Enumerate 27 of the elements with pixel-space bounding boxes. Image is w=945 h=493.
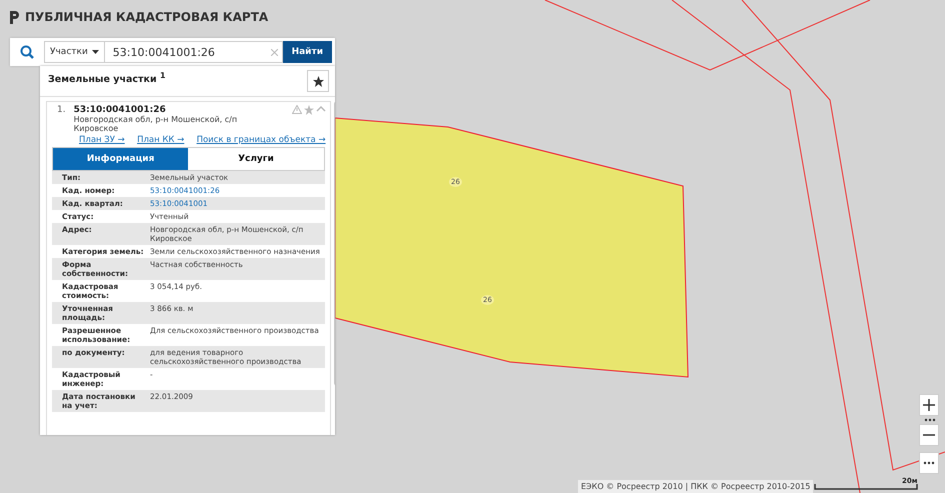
plus-icon <box>923 399 935 411</box>
logo-icon <box>10 10 19 24</box>
star-icon[interactable] <box>304 105 314 115</box>
result-link[interactable]: Поиск в границах объекта → <box>196 135 326 145</box>
find-button[interactable]: Найти <box>282 41 332 63</box>
result-index: 1. <box>57 105 66 117</box>
app-title: ПУБЛИЧНАЯ КАДАСТРОВАЯ КАРТА <box>25 10 268 24</box>
minus-icon <box>923 434 935 436</box>
zoom-in-button[interactable] <box>919 394 939 416</box>
caret-icon <box>92 50 99 54</box>
zoom-out-button[interactable] <box>919 424 939 446</box>
result-link[interactable]: План КК → <box>137 135 184 145</box>
star-icon <box>312 76 324 86</box>
dots-icon <box>923 461 935 465</box>
results-title: Земельные участки $^{1}$ <box>48 70 166 86</box>
scale-bar-icon <box>814 484 918 490</box>
search-field[interactable]: 53:10:0041001:26 <box>104 41 283 63</box>
favorite-button[interactable] <box>307 70 329 92</box>
result-link[interactable]: План ЗУ → <box>79 135 125 145</box>
attribution-text: ЕЭКО © Росреестр 2010 | ПКК © Росреестр 2010-2015 <box>578 480 814 493</box>
category-dropdown[interactable]: Участки <box>44 41 105 63</box>
dots-icon <box>924 418 936 422</box>
cadastral-number[interactable]: 53:10:0041001:26 <box>74 105 284 115</box>
info-tab[interactable]: Информация <box>53 148 188 170</box>
search-icon[interactable] <box>20 45 34 59</box>
result-address: Новгородская обл, р-н Мошенской, с/п Кировское <box>74 115 238 133</box>
more-button[interactable] <box>919 452 939 474</box>
